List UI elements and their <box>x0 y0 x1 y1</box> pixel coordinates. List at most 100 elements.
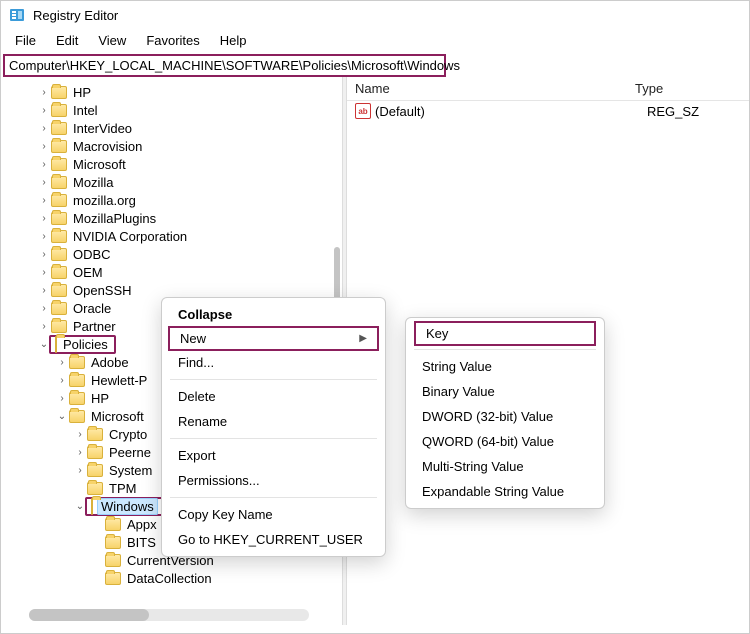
ctx-separator <box>414 349 596 350</box>
chevron-right-icon[interactable]: › <box>55 375 69 386</box>
tree-item[interactable]: › mozilla.org <box>1 191 342 209</box>
ctx-new[interactable]: New▶ <box>168 326 379 351</box>
tree-item[interactable]: › Intel <box>1 101 342 119</box>
ctx-permissions[interactable]: Permissions... <box>162 468 385 493</box>
folder-icon <box>91 498 93 515</box>
ctx-new-key[interactable]: Key <box>414 321 596 346</box>
tree-item[interactable]: › OEM <box>1 263 342 281</box>
menu-edit[interactable]: Edit <box>48 31 86 50</box>
tree-item-label: Oracle <box>71 301 113 316</box>
chevron-right-icon[interactable]: › <box>37 231 51 242</box>
highlight-box: Policies <box>49 335 116 354</box>
chevron-right-icon[interactable]: › <box>37 285 51 296</box>
folder-icon <box>105 536 121 549</box>
chevron-right-icon[interactable]: › <box>37 159 51 170</box>
chevron-right-icon[interactable]: › <box>73 429 87 440</box>
ctx-separator <box>170 497 377 498</box>
chevron-right-icon[interactable]: › <box>37 213 51 224</box>
tree-item[interactable]: › Mozilla <box>1 173 342 191</box>
folder-icon <box>105 518 121 531</box>
address-bar[interactable]: Computer\HKEY_LOCAL_MACHINE\SOFTWARE\Pol… <box>3 54 446 77</box>
tree-item-label: BITS <box>125 535 158 550</box>
ctx-separator <box>170 438 377 439</box>
tree-item-label: Mozilla <box>71 175 115 190</box>
menu-view[interactable]: View <box>90 31 134 50</box>
ctx-collapse[interactable]: Collapse <box>162 302 385 327</box>
chevron-right-icon[interactable]: › <box>37 105 51 116</box>
tree-item[interactable]: › ODBC <box>1 245 342 263</box>
tree-item[interactable]: ›MozillaPlugins <box>1 209 342 227</box>
tree-item[interactable]: ›InterVideo <box>1 119 342 137</box>
ctx-new-expandstring[interactable]: Expandable String Value <box>406 479 604 504</box>
tree-item-label: Peerne <box>107 445 153 460</box>
ctx-goto-hkcu[interactable]: Go to HKEY_CURRENT_USER <box>162 527 385 552</box>
col-header-type[interactable]: Type <box>627 77 749 100</box>
tree-item-label: Crypto <box>107 427 149 442</box>
ctx-delete[interactable]: Delete <box>162 384 385 409</box>
chevron-right-icon[interactable]: › <box>37 177 51 188</box>
folder-icon <box>87 428 103 441</box>
tree-item-label: Adobe <box>89 355 131 370</box>
tree-item-label: Microsoft <box>89 409 146 424</box>
folder-icon <box>105 554 121 567</box>
col-header-name[interactable]: Name <box>347 77 627 100</box>
chevron-down-icon[interactable]: ⌄ <box>55 411 69 422</box>
menu-favorites[interactable]: Favorites <box>138 31 207 50</box>
chevron-right-icon[interactable]: › <box>37 249 51 260</box>
tree-item-label: DataCollection <box>125 571 214 586</box>
ctx-new-qword[interactable]: QWORD (64-bit) Value <box>406 429 604 454</box>
tree-item[interactable]: DataCollection <box>1 569 342 587</box>
values-header: Name Type <box>347 77 749 101</box>
folder-icon <box>51 122 67 135</box>
chevron-right-icon[interactable]: › <box>37 195 51 206</box>
folder-icon <box>87 446 103 459</box>
tree-item-label: HP <box>71 85 93 100</box>
chevron-right-icon[interactable]: › <box>55 357 69 368</box>
tree-item-label: OEM <box>71 265 105 280</box>
chevron-right-icon[interactable]: › <box>37 141 51 152</box>
tree-item-label: Macrovision <box>71 139 144 154</box>
folder-icon <box>105 572 121 585</box>
tree-item-label: Microsoft <box>71 157 128 172</box>
folder-icon <box>51 194 67 207</box>
ctx-new-binary[interactable]: Binary Value <box>406 379 604 404</box>
tree-item-label: mozilla.org <box>71 193 138 208</box>
tree-item-label: Intel <box>71 103 100 118</box>
folder-icon <box>69 410 85 423</box>
chevron-right-icon[interactable]: › <box>55 393 69 404</box>
tree-item[interactable]: › Microsoft <box>1 155 342 173</box>
value-row[interactable]: ab (Default) REG_SZ <box>347 101 749 121</box>
menu-help[interactable]: Help <box>212 31 255 50</box>
tree-item[interactable]: ›NVIDIA Corporation <box>1 227 342 245</box>
chevron-right-icon[interactable]: › <box>37 321 51 332</box>
chevron-right-icon[interactable]: › <box>37 303 51 314</box>
tree-item-label: Appx <box>125 517 159 532</box>
scrollbar-thumb[interactable] <box>29 609 149 621</box>
tree-item-label: System <box>107 463 154 478</box>
tree-item-label: ODBC <box>71 247 113 262</box>
tree-item-label: Windows <box>97 498 158 515</box>
ctx-export[interactable]: Export <box>162 443 385 468</box>
ctx-new-dword[interactable]: DWORD (32-bit) Value <box>406 404 604 429</box>
chevron-right-icon[interactable]: › <box>37 123 51 134</box>
menu-file[interactable]: File <box>7 31 44 50</box>
tree-item[interactable]: › HP <box>1 83 342 101</box>
tree-item[interactable]: › Macrovision <box>1 137 342 155</box>
chevron-right-icon[interactable]: › <box>37 87 51 98</box>
chevron-right-icon[interactable]: › <box>37 267 51 278</box>
tree-item-label: Partner <box>71 319 118 334</box>
ctx-separator <box>170 379 377 380</box>
ctx-new-multistring[interactable]: Multi-String Value <box>406 454 604 479</box>
ctx-new-string[interactable]: String Value <box>406 354 604 379</box>
folder-icon <box>51 266 67 279</box>
ctx-copy-key-name[interactable]: Copy Key Name <box>162 502 385 527</box>
tree-item-label: TPM <box>107 481 138 496</box>
window-title: Registry Editor <box>33 8 118 23</box>
folder-icon <box>51 158 67 171</box>
ctx-rename[interactable]: Rename <box>162 409 385 434</box>
ctx-find[interactable]: Find... <box>162 350 385 375</box>
chevron-right-icon[interactable]: › <box>73 447 87 458</box>
tree-scrollbar-h[interactable] <box>29 609 309 621</box>
context-submenu-new: Key String Value Binary Value DWORD (32-… <box>405 317 605 509</box>
chevron-right-icon[interactable]: › <box>73 465 87 476</box>
